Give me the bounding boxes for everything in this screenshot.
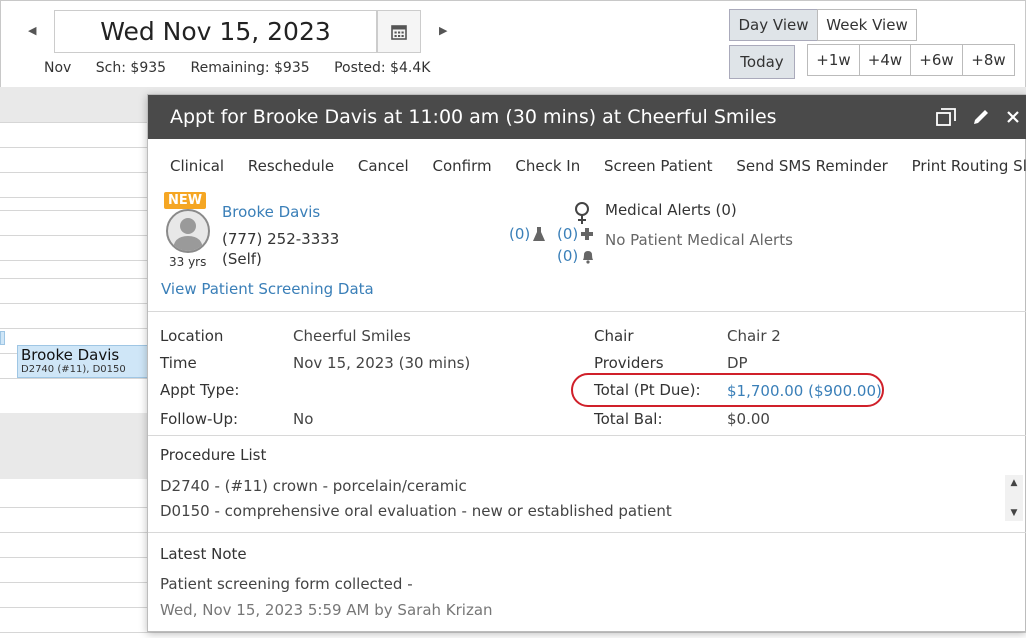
providers-value: DP [727, 354, 748, 372]
calendar-icon [391, 24, 407, 40]
popover-title: Appt for Brooke Davis at 11:00 am (30 mi… [148, 95, 1026, 139]
prev-day-arrow-icon[interactable]: ◀ [28, 24, 36, 37]
jump-1w-button[interactable]: +1w [807, 44, 860, 76]
flask-icon [533, 227, 546, 241]
alert-count[interactable]: (0) [557, 247, 596, 265]
action-print-routing-slip[interactable]: Print Routing Slip [912, 157, 1026, 175]
followup-label: Follow-Up: [160, 410, 239, 428]
medical-alerts-status: No Patient Medical Alerts [605, 231, 793, 249]
person-icon [173, 218, 203, 251]
chair-value: Chair 2 [727, 327, 781, 345]
stat-posted: Posted: $4.4K [334, 60, 431, 76]
alert-count-value: (0) [557, 247, 579, 265]
maximize-icon[interactable] [935, 107, 957, 127]
patient-relation: (Self) [222, 250, 262, 268]
latest-note-meta: Wed, Nov 15, 2023 5:59 AM by Sarah Kriza… [160, 601, 493, 619]
avatar [166, 209, 210, 253]
latest-note-title: Latest Note [160, 545, 247, 563]
lab-count-value: (0) [509, 225, 531, 243]
view-screening-data-link[interactable]: View Patient Screening Data [161, 280, 374, 298]
jump-8w-button[interactable]: +8w [962, 44, 1015, 76]
location-label: Location [160, 327, 224, 345]
appt-type-label: Appt Type: [160, 381, 240, 399]
column-marker [0, 331, 5, 345]
calendar-button[interactable] [377, 10, 421, 53]
jump-6w-button[interactable]: +6w [910, 44, 963, 76]
procedure-item: D0150 - comprehensive oral evaluation - … [160, 502, 672, 520]
stat-scheduled: Sch: $935 [95, 60, 167, 76]
day-stats: Nov Sch: $935 Remaining: $935 Posted: $4… [44, 60, 450, 76]
appointment-popover: Appt for Brooke Davis at 11:00 am (30 mi… [147, 94, 1026, 632]
action-reschedule[interactable]: Reschedule [248, 157, 334, 175]
providers-label: Providers [594, 354, 664, 372]
procedure-list-title: Procedure List [160, 446, 267, 464]
date-display[interactable]: Wed Nov 15, 2023 [54, 10, 377, 53]
patient-phone: (777) 252-3333 [222, 230, 340, 248]
location-value: Cheerful Smiles [293, 327, 411, 345]
total-balance-value: $0.00 [727, 410, 770, 428]
action-send-sms-reminder[interactable]: Send SMS Reminder [736, 157, 887, 175]
procedure-scrollbar[interactable]: ▲ ▼ [1005, 475, 1023, 521]
scroll-up-arrow-icon[interactable]: ▲ [1008, 477, 1020, 489]
time-value: Nov 15, 2023 (30 mins) [293, 354, 471, 372]
patient-name-link[interactable]: Brooke Davis [222, 203, 320, 221]
jump-4w-button[interactable]: +4w [859, 44, 911, 76]
edit-pencil-icon[interactable] [971, 107, 991, 127]
medication-count[interactable]: (0) [557, 225, 594, 243]
action-check-in[interactable]: Check In [515, 157, 580, 175]
appointment-chip-codes: D2740 (#11), D0150 [21, 364, 126, 375]
stat-remaining: Remaining: $935 [190, 60, 310, 76]
appointment-chip-name: Brooke Davis [21, 346, 120, 364]
action-cancel[interactable]: Cancel [358, 157, 409, 175]
grid-line [0, 632, 1026, 633]
section-divider [148, 435, 1026, 436]
week-view-button[interactable]: Week View [817, 9, 917, 41]
action-confirm[interactable]: Confirm [432, 157, 491, 175]
medical-alerts-title: Medical Alerts (0) [605, 201, 737, 219]
medication-count-value: (0) [557, 225, 579, 243]
stat-month: Nov [44, 60, 72, 76]
appointment-chip[interactable]: Brooke Davis D2740 (#11), D0150 [17, 345, 149, 378]
action-clinical[interactable]: Clinical [170, 157, 224, 175]
female-gender-icon [575, 202, 589, 224]
total-highlight-annotation [571, 373, 884, 407]
lab-count[interactable]: (0) [509, 225, 546, 243]
bell-icon [583, 251, 594, 264]
followup-value: No [293, 410, 314, 428]
time-label: Time [160, 354, 197, 372]
day-view-button[interactable]: Day View [729, 9, 818, 41]
latest-note-body: Patient screening form collected - [160, 575, 413, 593]
plus-icon [581, 228, 594, 240]
section-divider [148, 311, 1026, 312]
scroll-down-arrow-icon[interactable]: ▼ [1008, 507, 1020, 519]
appointment-actions: Clinical Reschedule Cancel Confirm Check… [170, 157, 1026, 175]
action-screen-patient[interactable]: Screen Patient [604, 157, 713, 175]
chair-label: Chair [594, 327, 634, 345]
next-day-arrow-icon[interactable]: ▶ [439, 24, 447, 37]
section-divider [148, 532, 1026, 533]
close-icon[interactable] [1005, 109, 1021, 125]
today-button[interactable]: Today [729, 45, 795, 79]
patient-age: 33 yrs [169, 255, 207, 269]
popover-toolbar [935, 95, 1025, 139]
total-balance-label: Total Bal: [594, 410, 663, 428]
new-patient-badge: NEW [164, 192, 207, 209]
procedure-item: D2740 - (#11) crown - porcelain/ceramic [160, 477, 467, 495]
